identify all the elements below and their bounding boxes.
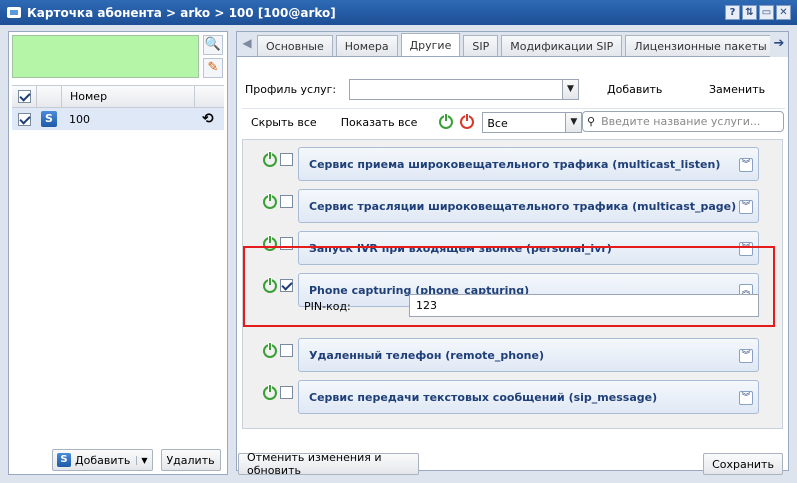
service-checkbox[interactable] [280, 386, 293, 399]
row-checkbox[interactable] [17, 112, 31, 126]
row-number: 100 [69, 112, 90, 126]
cancel-and-refresh-button[interactable]: Отменить изменения и обновить [238, 451, 419, 477]
chevron-down-icon[interactable]: ▼ [565, 112, 582, 132]
power-on-icon[interactable] [263, 342, 277, 358]
search-icon: ⚲ [587, 115, 596, 128]
service-search-input[interactable]: ⚲ Введите название услуги... [582, 111, 784, 132]
service-panel[interactable]: Сервис трасляции широковещательного траф… [298, 189, 759, 223]
help-button[interactable]: ? [725, 5, 740, 20]
profile-select[interactable]: ▼ [349, 79, 579, 100]
service-checkbox[interactable] [280, 344, 293, 357]
tab-other[interactable]: Другие [400, 33, 461, 56]
profile-replace-button[interactable]: Заменить [709, 83, 765, 96]
select-all-checkbox[interactable] [17, 90, 31, 103]
main-area: 🔍 ✎ Номер S 100 ⟲ S Добавить ▼ Удалить ◀… [0, 25, 797, 483]
refresh-button[interactable]: ⇅ [742, 5, 757, 20]
tab-bar: ◀ Основные Номера Другие SIP Модификации… [237, 32, 788, 57]
sip-icon: S [41, 111, 57, 127]
filter-select[interactable]: Все ▼ [482, 111, 583, 133]
search-placeholder: Введите название услуги... [601, 115, 761, 128]
tab-sip[interactable]: SIP [463, 35, 499, 56]
maximize-button[interactable]: ▭ [759, 5, 774, 20]
table-row[interactable]: S 100 ⟲ [12, 108, 224, 130]
service-checkbox[interactable] [280, 153, 293, 166]
tab-license-packages[interactable]: Лицензионные пакеты ДВ [625, 35, 788, 56]
chevron-down-icon[interactable]: ▼ [136, 455, 148, 465]
profile-add-button[interactable]: Добавить [607, 83, 662, 96]
tab-main[interactable]: Основные [257, 35, 333, 56]
power-on-icon[interactable] [263, 277, 277, 293]
expand-icon[interactable]: ︾ [739, 158, 753, 172]
save-button[interactable]: Сохранить [703, 453, 783, 475]
search-filter-area[interactable] [12, 35, 199, 78]
card-icon [7, 7, 21, 18]
service-panel[interactable]: Сервис приема широковещательного трафика… [298, 147, 759, 181]
chevron-down-icon[interactable]: ▼ [562, 80, 578, 99]
profile-label: Профиль услуг: [245, 83, 337, 96]
service-title: Удаленный телефон (remote_phone) [309, 349, 544, 362]
add-button-label: Добавить [75, 453, 131, 467]
left-panel: 🔍 ✎ Номер S 100 ⟲ [8, 31, 228, 475]
numbers-grid: Номер S 100 ⟲ [12, 85, 224, 425]
search-icon[interactable]: 🔍 [203, 35, 223, 55]
pin-input[interactable]: 123 [409, 294, 759, 317]
service-panel[interactable]: Удаленный телефон (remote_phone) ︾ [298, 338, 759, 372]
service-title: Сервис передачи текстовых сообщений (sip… [309, 391, 658, 404]
services-list: Сервис приема широковещательного трафика… [242, 139, 783, 429]
add-button[interactable]: S Добавить ▼ [52, 449, 153, 471]
tab-sip-modifications[interactable]: Модификации SIP [501, 35, 623, 56]
power-on-icon[interactable] [263, 384, 277, 400]
power-on-icon[interactable] [263, 151, 277, 167]
expand-icon[interactable]: ︾ [739, 200, 753, 214]
history-icon[interactable]: ⟲ [202, 111, 214, 127]
sip-icon: S [57, 453, 71, 467]
hide-all-button[interactable]: Скрыть все [251, 116, 317, 129]
service-checkbox[interactable] [280, 195, 293, 208]
show-all-button[interactable]: Показать все [341, 116, 418, 129]
pencil-icon[interactable]: ✎ [203, 58, 223, 78]
tab-scroll-left-icon[interactable]: ◀ [237, 32, 257, 56]
expand-icon[interactable]: ︾ [739, 349, 753, 363]
power-off-icon[interactable] [460, 113, 475, 129]
service-checkbox[interactable] [280, 279, 293, 292]
expand-icon[interactable]: ︾ [739, 391, 753, 405]
window-title: Карточка абонента > arko > 100 [100@arko… [27, 5, 336, 20]
power-on-icon[interactable] [439, 113, 454, 129]
service-title: Сервис трасляции широковещательного траф… [309, 200, 737, 213]
delete-button[interactable]: Удалить [160, 449, 221, 471]
tab-scroll-right-icon[interactable]: ➔ [770, 32, 788, 57]
column-header-number[interactable]: Номер [62, 90, 194, 103]
filter-value: Все [487, 116, 508, 130]
power-on-icon[interactable] [263, 193, 277, 209]
service-panel[interactable]: Сервис передачи текстовых сообщений (sip… [298, 380, 759, 414]
grid-header: Номер [12, 85, 224, 108]
pin-label: PIN-код: [304, 300, 351, 313]
close-button[interactable]: ✕ [776, 5, 791, 20]
service-title: Сервис приема широковещательного трафика… [309, 158, 721, 171]
right-panel: ◀ Основные Номера Другие SIP Модификации… [236, 31, 789, 471]
title-bar: Карточка абонента > arko > 100 [100@arko… [0, 0, 797, 25]
tab-numbers[interactable]: Номера [335, 35, 398, 56]
